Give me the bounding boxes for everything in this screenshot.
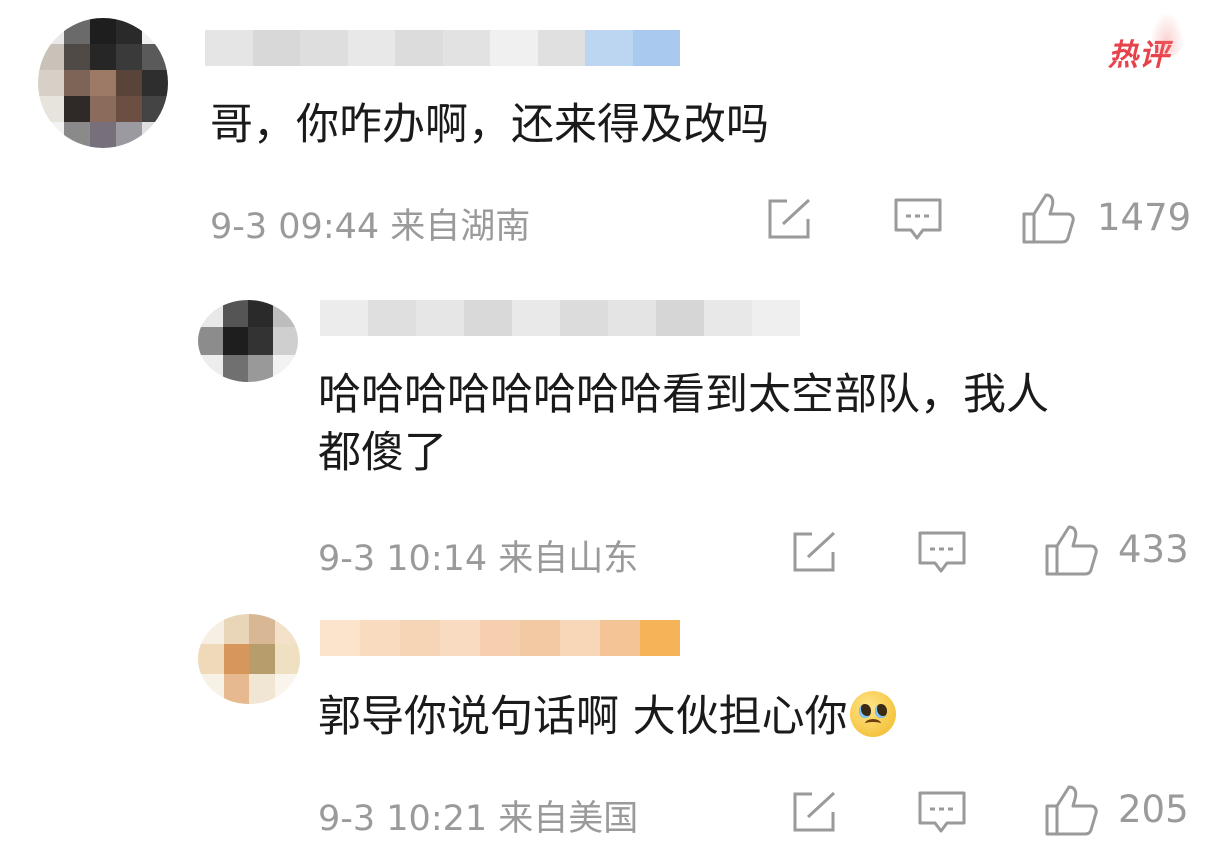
share-icon[interactable]	[765, 197, 815, 241]
avatar[interactable]	[198, 614, 300, 704]
username-blurred[interactable]	[320, 620, 680, 656]
comment-text-line: 哈哈哈哈哈哈哈哈看到太空部队，我人	[318, 370, 1049, 420]
location: 来自美国	[498, 799, 639, 839]
comment-meta: 9-3 10:14 来自山东	[318, 530, 638, 581]
comment-text: 哈哈哈哈哈哈哈哈看到太空部队，我人 都傻了	[318, 366, 1198, 482]
pleading-face-emoji	[849, 691, 896, 737]
username-blurred[interactable]	[205, 30, 680, 66]
thumbs-up-icon[interactable]	[1043, 784, 1099, 838]
timestamp: 9-3 10:21	[318, 799, 488, 839]
location: 来自湖南	[390, 207, 531, 247]
comment-icon[interactable]	[917, 790, 967, 836]
hot-comment-badge: 热评	[1108, 12, 1184, 74]
thumbs-up-icon[interactable]	[1020, 192, 1076, 246]
location: 来自山东	[498, 539, 639, 579]
timestamp: 9-3 10:14	[318, 539, 488, 579]
comment-icon[interactable]	[893, 197, 943, 243]
avatar[interactable]	[38, 18, 168, 148]
share-icon[interactable]	[790, 530, 840, 574]
avatar[interactable]	[198, 300, 298, 382]
thumbs-up-icon[interactable]	[1043, 524, 1099, 578]
like-count: 1479	[1097, 196, 1192, 239]
username-blurred[interactable]	[320, 300, 800, 336]
share-icon[interactable]	[790, 790, 840, 834]
comment-icon[interactable]	[917, 530, 967, 576]
comment-text: 郭导你说句话啊 大伙担心你	[318, 688, 896, 746]
comment-meta: 9-3 09:44 来自湖南	[210, 198, 530, 249]
comment-text-line: 都傻了	[318, 428, 447, 478]
timestamp: 9-3 09:44	[210, 207, 380, 247]
like-count: 433	[1118, 528, 1189, 571]
comment-text-body: 郭导你说句话啊 大伙担心你	[318, 692, 848, 742]
comment-meta: 9-3 10:21 来自美国	[318, 790, 638, 841]
comment-text: 哥，你咋办啊，还来得及改吗	[210, 100, 769, 150]
like-count: 205	[1118, 788, 1189, 831]
